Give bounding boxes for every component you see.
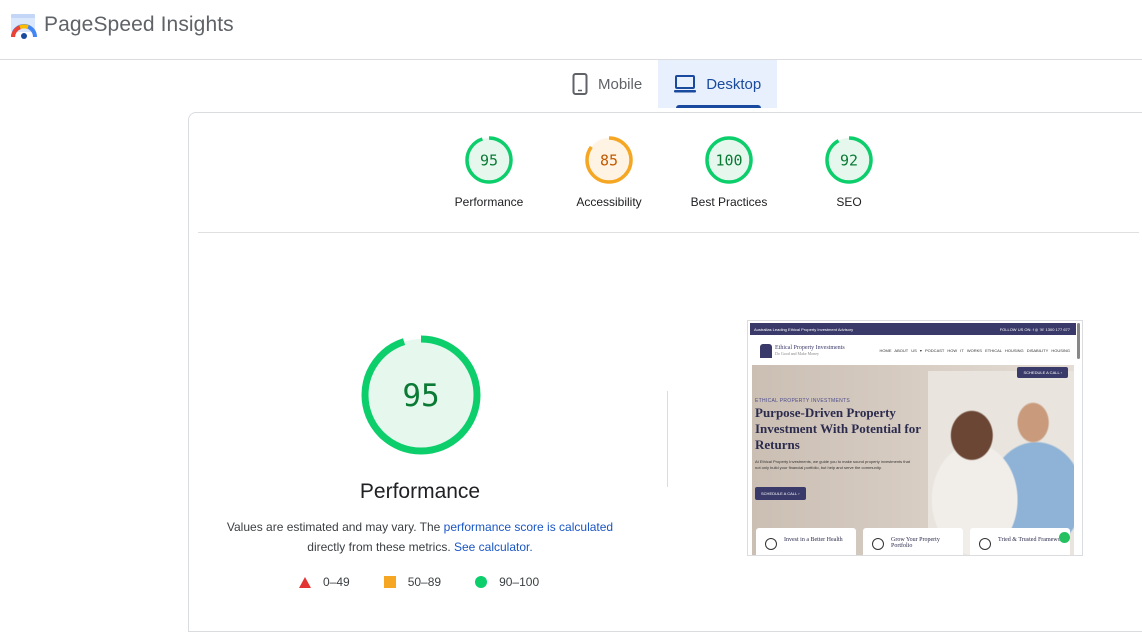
score-gauges: 95 Performance 85 Accessibility 100 Best…	[189, 113, 1139, 233]
legend-label: 90–100	[499, 575, 540, 589]
note-text: Values are estimated and may vary. The	[226, 520, 444, 534]
legend-item-average: 50–89	[383, 575, 442, 589]
gauge-score: 92	[840, 152, 858, 170]
see-calculator-link[interactable]: See calculator.	[454, 540, 533, 554]
gauge-label: SEO	[836, 195, 862, 209]
tab-desktop-label: Desktop	[706, 75, 762, 93]
laptop-icon	[674, 75, 697, 93]
thumb-kicker: ETHICAL PROPERTY INVESTMENTS	[755, 398, 850, 404]
report-card: 95 Performance 85 Accessibility 100 Best…	[188, 112, 1142, 632]
thumb-topbar-contact: FOLLOW US ON: f ◎ ☏ 1300 177 677	[999, 327, 1070, 332]
gauge-ring: 92	[825, 136, 873, 184]
gauge-seo[interactable]: 92 SEO	[789, 135, 909, 209]
tab-mobile-label: Mobile	[598, 75, 643, 93]
triangle-icon	[299, 576, 311, 588]
section-divider	[198, 232, 1139, 233]
thumb-topbar-text: Australias Leading Ethical Property Inve…	[754, 327, 854, 332]
legend-item-pass: 90–100	[475, 575, 539, 589]
gauge-ring: 100	[705, 136, 753, 184]
thumb-cta-button: SCHEDULE A CALL ›	[755, 487, 806, 500]
gauge-label: Performance	[454, 195, 524, 209]
note-text: directly from these metrics.	[307, 540, 454, 554]
legend-label: 0–49	[323, 575, 350, 589]
active-tab-indicator	[676, 105, 762, 108]
score-note: Values are estimated and may vary. The p…	[219, 517, 621, 557]
thumb-feature-card: Grow Your Property Portfolio	[863, 528, 963, 555]
gauge-label: Best Practices	[690, 195, 768, 209]
thumb-topbar: Australias Leading Ethical Property Inve…	[750, 323, 1076, 335]
pagespeed-logo-icon	[11, 14, 37, 39]
gauge-score: 95	[480, 152, 498, 170]
tab-desktop[interactable]: Desktop	[658, 60, 778, 108]
performance-title: Performance	[359, 480, 481, 503]
legend-label: 50–89	[407, 575, 442, 589]
gauge-ring: 85	[585, 136, 633, 184]
tab-mobile[interactable]: Mobile	[556, 60, 658, 108]
square-icon	[383, 576, 396, 588]
gauge-best-practices[interactable]: 100 Best Practices	[669, 135, 789, 209]
thumb-nav: Ethical Property Investments Do Good and…	[750, 335, 1076, 365]
house-logo-icon	[760, 344, 772, 358]
thumb-scrollbar	[1077, 323, 1080, 359]
score-legend: 0–49 50–89 90–100	[299, 575, 599, 589]
thumb-call-button: SCHEDULE A CALL ›	[1017, 367, 1068, 378]
thumb-headline: Purpose-Driven Property Investment With …	[755, 405, 921, 452]
device-tabs: Mobile Desktop	[556, 60, 778, 108]
app-title[interactable]: PageSpeed Insights	[44, 13, 234, 37]
gauge-score: 100	[715, 152, 742, 170]
gauge-accessibility[interactable]: 85 Accessibility	[549, 135, 669, 209]
thumb-hero: SCHEDULE A CALL › ETHICAL PROPERTY INVES…	[752, 365, 1074, 555]
thumb-nav-links: HOME ABOUT US ▾ PODCAST HOW IT WORKS ETH…	[879, 348, 1070, 353]
circle-icon	[475, 576, 488, 588]
thumb-feature-card: Invest in a Better Health	[756, 528, 856, 555]
performance-gauge-large: 95	[361, 335, 481, 455]
chat-bubble-icon	[1059, 532, 1070, 543]
thumb-brand-tagline: Do Good and Make Money	[775, 351, 819, 356]
gauge-performance[interactable]: 95 Performance	[429, 135, 549, 209]
gauge-ring: 95	[465, 136, 513, 184]
performance-score-link[interactable]: performance score is calculated	[444, 520, 613, 534]
gauge-label: Accessibility	[576, 195, 642, 209]
phone-icon	[572, 73, 588, 95]
performance-score-large: 95	[402, 378, 439, 414]
app-header: PageSpeed Insights	[0, 0, 1142, 60]
thumb-paragraph: At Ethical Property Investments, we guid…	[755, 459, 910, 470]
thumb-feature-card: Tried & Trusted Framework	[970, 528, 1070, 555]
gauge-score: 85	[600, 152, 618, 170]
page-screenshot-thumbnail[interactable]: Australias Leading Ethical Property Inve…	[747, 320, 1083, 556]
vertical-separator	[667, 391, 668, 487]
legend-item-fail: 0–49	[299, 575, 350, 589]
thumb-brand: Ethical Property Investments Do Good and…	[775, 345, 845, 356]
